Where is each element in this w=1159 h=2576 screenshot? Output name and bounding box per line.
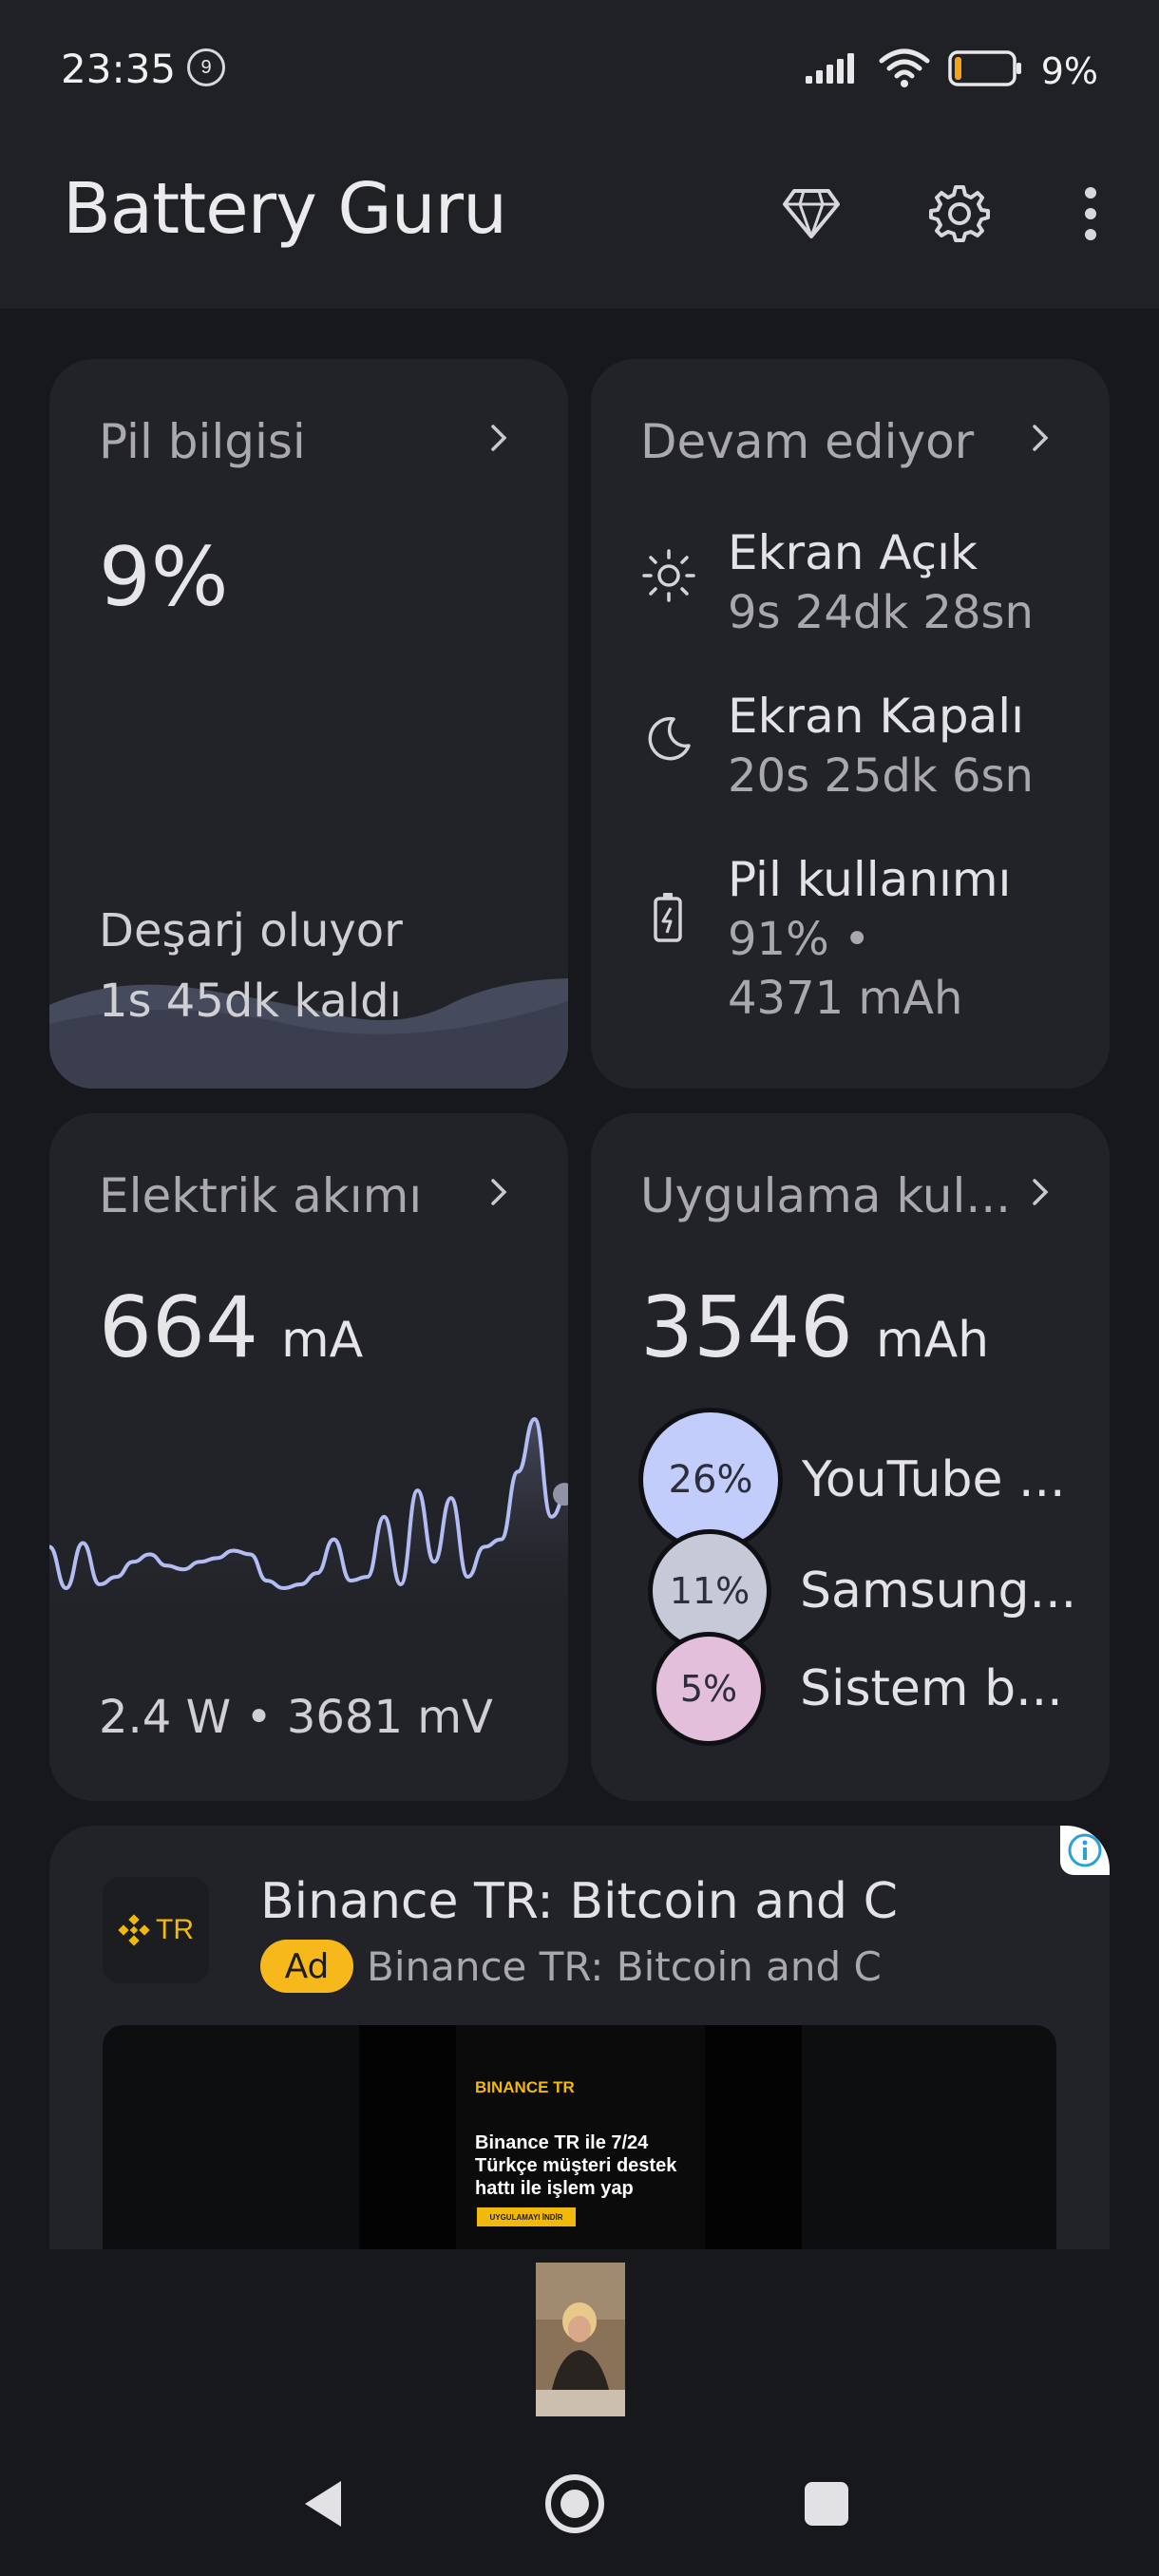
battery-usage-row: Pil kullanımı 91% • 4371 mAh [640, 849, 1011, 1028]
app-usage-unit: mAh [875, 1312, 990, 1369]
chevron-right-icon [490, 424, 507, 457]
status-bar: 23:35 9 9% [0, 0, 1159, 138]
battery-info-title: Pil bilgisi [99, 414, 306, 469]
app-name: Samsung... [800, 1563, 1077, 1619]
banner-thumbnail-image[interactable] [536, 2263, 625, 2416]
usage-bubble: 5% [652, 1632, 766, 1746]
ad-download-button[interactable]: UYGULAMAYI İNDİR [477, 2207, 576, 2226]
ad-title[interactable]: Binance TR: Bitcoin and C [260, 1873, 898, 1930]
app-usage-item-system: 5% Sistem b... [652, 1632, 1063, 1746]
wifi-icon [878, 47, 931, 94]
sun-icon [640, 547, 697, 604]
power-voltage-text: 2.4 W • 3681 mV [99, 1691, 493, 1744]
app-usage-value: 3546 [640, 1279, 853, 1376]
app-bar: Battery Guru [0, 138, 1159, 309]
status-icons: 9% [804, 47, 1098, 94]
ad-creative: BINANCE TR Binance TR ile 7/24 Türkçe mü… [456, 2025, 705, 2249]
ad-media[interactable]: BINANCE TR Binance TR ile 7/24 Türkçe mü… [103, 2025, 1056, 2249]
app-name: Sistem b... [800, 1660, 1063, 1717]
screen-off-row: Ekran Kapalı 20s 25dk 6sn [640, 686, 1034, 805]
settings-gear-icon[interactable] [922, 176, 998, 252]
ongoing-title: Devam ediyor [640, 414, 975, 469]
screen-on-row: Ekran Açık 9s 24dk 28sn [640, 522, 1034, 642]
current-unit: mA [280, 1312, 364, 1369]
ad-creative-text: Binance TR ile 7/24 Türkçe müşteri deste… [475, 2132, 677, 2199]
screen-on-value: 9s 24dk 28sn [728, 586, 1034, 639]
status-time: 23:35 [61, 46, 177, 92]
screen-off-label: Ekran Kapalı [728, 689, 1025, 744]
ad-badge: Ad [260, 1940, 353, 1993]
battery-info-card[interactable]: Pil bilgisi 9% Deşarj oluyor 1s 45dk kal… [49, 359, 568, 1089]
chevron-right-icon [490, 1178, 507, 1211]
moon-icon [640, 710, 697, 767]
discharge-status: Deşarj oluyor [99, 904, 403, 957]
current-graph-marker [553, 1483, 568, 1506]
ad-creative-brand: BINANCE TR [475, 2078, 575, 2096]
ad-logo-text: TR [156, 1914, 194, 1945]
signal-icon [804, 51, 861, 90]
overflow-menu-icon[interactable] [1053, 176, 1129, 252]
recents-icon[interactable] [788, 2466, 864, 2542]
battery-percent-text: 9% [1040, 49, 1098, 92]
battery-usage-label: Pil kullanımı [728, 852, 1012, 907]
ad-video[interactable]: BINANCE TR Binance TR ile 7/24 Türkçe mü… [359, 2025, 802, 2249]
binance-diamond-icon [118, 1914, 150, 1946]
home-icon[interactable] [537, 2466, 613, 2542]
battery-usage-percent: 91% • [728, 913, 871, 966]
current-value: 664 [99, 1279, 258, 1376]
current-title: Elektrik akımı [99, 1168, 423, 1223]
battery-charging-icon [640, 889, 697, 946]
bottom-banner-ad[interactable] [0, 2249, 1159, 2430]
app-usage-card[interactable]: Uygulama kul... 3546 mAh 26% YouTube ...… [591, 1113, 1110, 1801]
ad-subtitle: Binance TR: Bitcoin and C [367, 1943, 882, 1990]
current-history-graph [49, 1416, 568, 1607]
app-name: YouTube ... [802, 1451, 1066, 1508]
chevron-right-icon [1032, 424, 1049, 457]
app-title: Battery Guru [63, 168, 507, 250]
electric-current-card[interactable]: Elektrik akımı 664 mA 2.4 W • 3681 mV [49, 1113, 568, 1801]
battery-percent-value: 9% [99, 530, 229, 625]
chevron-right-icon [1032, 1178, 1049, 1211]
binance-logo: TR [103, 1877, 209, 1983]
back-icon[interactable] [285, 2466, 361, 2542]
time-remaining: 1s 45dk kaldı [99, 975, 402, 1028]
navigation-bar [0, 2430, 1159, 2576]
screen-on-label: Ekran Açık [728, 525, 978, 580]
ongoing-card[interactable]: Devam ediyor Ekran Açık 9s 24dk 28sn Ekr… [591, 359, 1110, 1089]
screen-off-value: 20s 25dk 6sn [728, 749, 1034, 803]
app-usage-title: Uygulama kul... [640, 1168, 1012, 1223]
battery-usage-mah: 4371 mAh [728, 972, 963, 1025]
ad-info-icon[interactable] [1060, 1826, 1110, 1875]
ad-card[interactable]: TR Binance TR: Bitcoin and C Ad Binance … [49, 1826, 1110, 2249]
premium-diamond-icon[interactable] [773, 176, 849, 252]
notification-count-icon: 9 [187, 48, 225, 86]
battery-icon [947, 49, 1024, 92]
